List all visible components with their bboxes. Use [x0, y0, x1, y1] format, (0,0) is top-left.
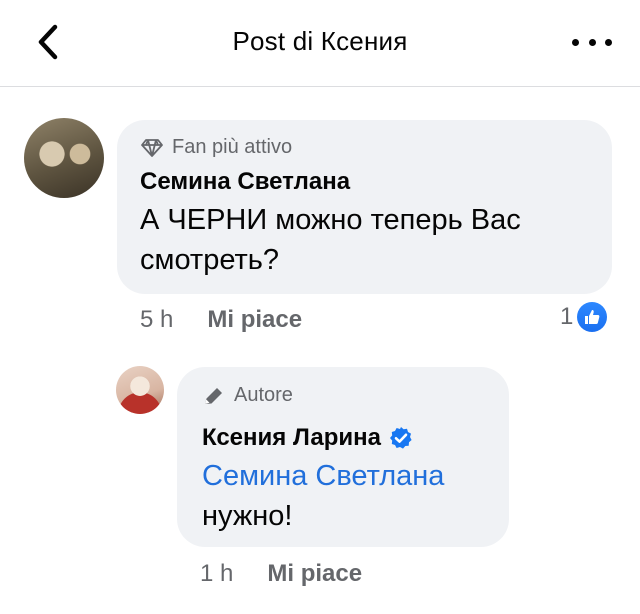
top-fan-badge: Fan più attivo: [140, 136, 292, 159]
comment-time[interactable]: 1 h: [200, 560, 233, 588]
author-name[interactable]: Ксения Ларина: [202, 424, 381, 452]
comment-author[interactable]: Семина Светлана: [140, 168, 350, 196]
mention-link[interactable]: Семина Светлана: [202, 456, 502, 496]
pencil-icon: [205, 387, 222, 404]
more-dots-icon: [572, 38, 579, 46]
like-button[interactable]: Mi piace: [267, 560, 362, 588]
author-name[interactable]: Семина Светлана: [140, 168, 350, 196]
top-bar: Post di Ксения: [0, 0, 640, 87]
more-dot: [588, 38, 596, 46]
author-badge: Autore: [202, 384, 293, 407]
badge-label: Autore: [234, 384, 293, 406]
badge-label: Fan più attivo: [172, 136, 293, 158]
diamond-icon: [141, 138, 163, 157]
comment-body: нужно!: [202, 500, 293, 532]
comment-author[interactable]: Ксения Ларина: [202, 424, 413, 452]
verified-badge-icon: [390, 427, 412, 449]
avatar[interactable]: [24, 118, 104, 198]
reaction-count: 1: [560, 303, 574, 330]
more-dot: [605, 38, 612, 46]
comment-text: Семина Светлана нужно!: [202, 456, 502, 536]
avatar[interactable]: [116, 366, 164, 414]
comment-actions: 1 h Mi piace: [200, 560, 362, 588]
thumbs-up-icon: [577, 302, 608, 332]
comment-text: А ЧЕРНИ можно теперь Вас смотреть?: [140, 204, 521, 276]
comment-time[interactable]: 5 h: [140, 306, 173, 334]
page-title: Post di Ксения: [232, 26, 408, 56]
more-options-button[interactable]: [572, 30, 612, 54]
thumbs-up-glyph: [585, 310, 600, 324]
reaction-summary[interactable]: 1: [560, 302, 608, 332]
like-button[interactable]: Mi piace: [207, 306, 302, 334]
comment-actions: 5 h Mi piace: [140, 306, 302, 334]
